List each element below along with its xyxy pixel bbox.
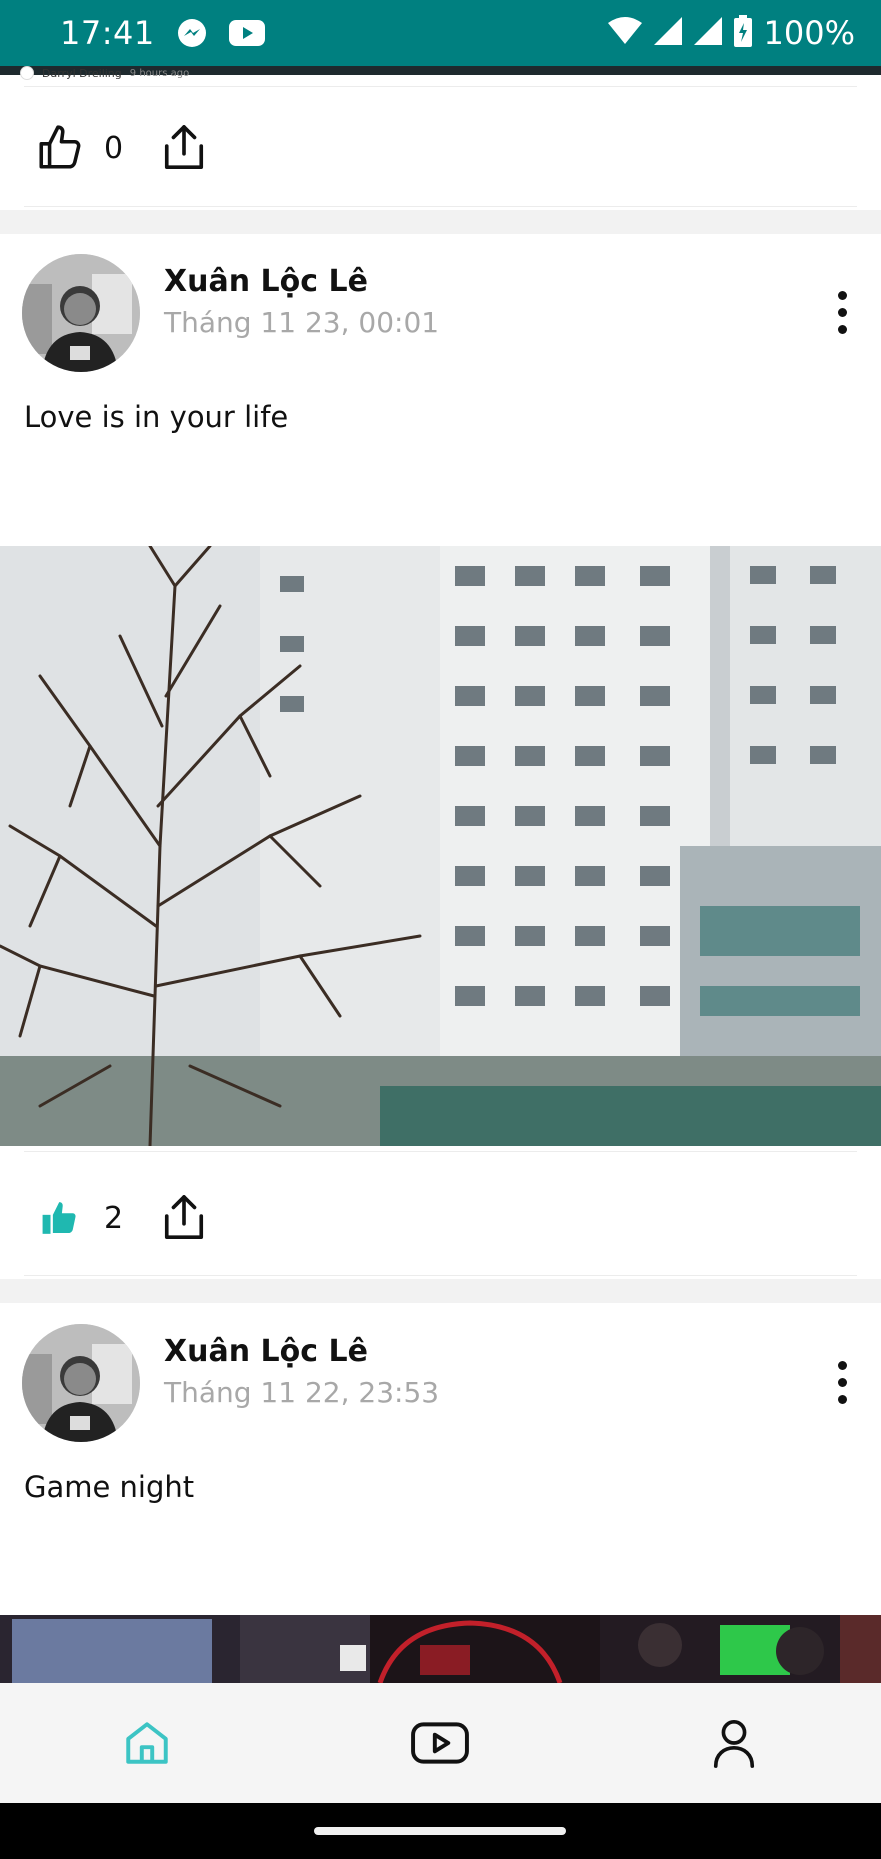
more-dot: [837, 307, 847, 317]
post-image[interactable]: [0, 1615, 881, 1683]
divider: [24, 206, 857, 207]
peek-avatar: [20, 66, 34, 80]
avatar[interactable]: [22, 254, 140, 372]
like-count: 0: [104, 130, 124, 166]
more-options-button[interactable]: [822, 1352, 862, 1412]
nav-video-button[interactable]: [390, 1693, 490, 1793]
thumbs-up-outline-icon: [39, 125, 81, 169]
more-dot: [837, 1394, 847, 1404]
status-bar: 17:41 100%: [0, 0, 881, 66]
wifi-icon: [607, 17, 642, 49]
post-header: Xuân Lộc Lê Tháng 11 22, 23:53: [22, 1324, 862, 1444]
bottom-navigation: [0, 1683, 881, 1803]
peek-author: Darryl Dreiling: [42, 66, 122, 80]
messenger-icon: [177, 18, 207, 48]
home-icon: [126, 1722, 168, 1764]
like-count: 2: [104, 1200, 124, 1236]
post-time: Tháng 11 23, 00:01: [164, 306, 440, 339]
signal-icon: [693, 17, 722, 49]
system-gesture-bar: [0, 1803, 881, 1859]
nav-home-button[interactable]: [97, 1693, 197, 1793]
post-image[interactable]: [0, 546, 881, 1146]
more-options-button[interactable]: [822, 282, 862, 342]
battery-icon: [733, 15, 752, 51]
profile-icon: [714, 1720, 755, 1768]
thumbs-up-filled-icon: [42, 1202, 76, 1234]
post-text: Love is in your life: [24, 400, 289, 434]
more-dot: [837, 290, 847, 300]
share-icon: [164, 125, 204, 169]
post-text: Game night: [24, 1470, 195, 1504]
video-icon: [411, 1722, 470, 1764]
status-time: 17:41: [60, 14, 155, 52]
post-time: Tháng 11 22, 23:53: [164, 1376, 440, 1409]
post-header: Xuân Lộc Lê Tháng 11 23, 00:01: [22, 254, 862, 374]
post-author[interactable]: Xuân Lộc Lê: [164, 1334, 368, 1369]
battery-percent: 100%: [763, 14, 855, 52]
more-dot: [837, 1360, 847, 1370]
avatar[interactable]: [22, 1324, 140, 1442]
youtube-icon: [228, 20, 265, 46]
signal-icon: [653, 17, 682, 49]
more-dot: [837, 324, 847, 334]
like-button[interactable]: [34, 122, 86, 174]
share-icon: [164, 1195, 204, 1239]
like-button[interactable]: [34, 1192, 86, 1244]
post-separator: [0, 1279, 881, 1303]
divider: [24, 1151, 857, 1152]
share-button[interactable]: [158, 122, 210, 174]
divider: [24, 86, 857, 87]
nav-profile-button[interactable]: [684, 1693, 784, 1793]
home-gesture-handle[interactable]: [314, 1827, 566, 1835]
peek-time: 9 hours ago: [129, 67, 190, 79]
share-button[interactable]: [158, 1192, 210, 1244]
post-author[interactable]: Xuân Lộc Lê: [164, 264, 368, 299]
peek-post-header: Darryl Dreiling 9 hours ago: [20, 66, 189, 80]
post-separator: [0, 210, 881, 234]
divider: [24, 1275, 857, 1276]
more-dot: [837, 1377, 847, 1387]
post-actions: 2: [34, 1192, 210, 1244]
post-actions: 0: [34, 122, 210, 174]
